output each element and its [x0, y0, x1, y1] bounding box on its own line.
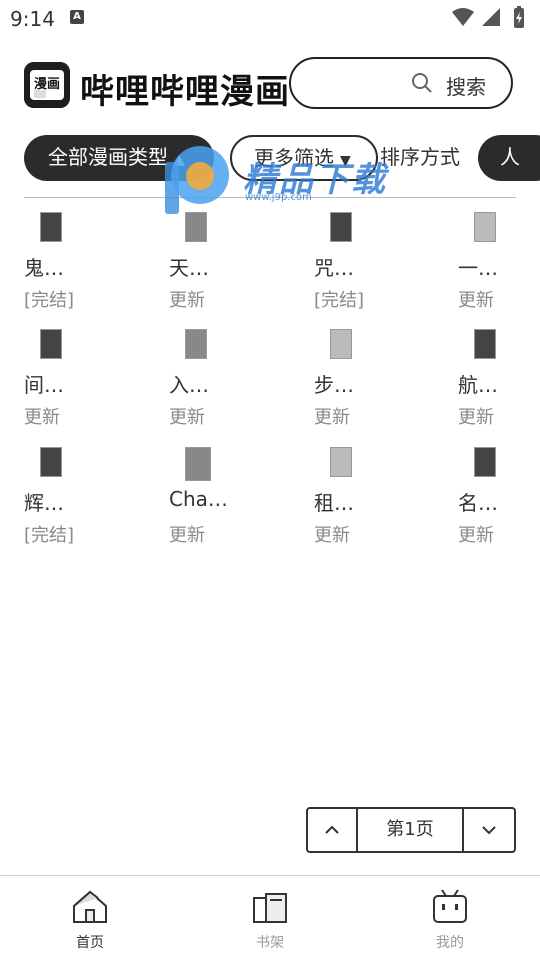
comic-cover [185, 329, 207, 359]
app-logo: 漫画 [24, 62, 70, 108]
comic-status: [完结] [24, 525, 75, 546]
logo-glyph: 漫画 [34, 76, 60, 92]
comic-item[interactable]: 天… 更新 [169, 200, 289, 311]
filter-chip-label: 更多筛选 [254, 146, 334, 170]
filter-chip-sort[interactable]: 排序方式 [380, 135, 460, 181]
comic-item[interactable]: Cha… 更新 [169, 435, 289, 546]
comic-item[interactable]: 鬼… [完结] [24, 200, 144, 311]
comic-item[interactable]: 间… 更新 [24, 317, 144, 428]
comic-status: 更新 [169, 290, 205, 311]
comic-title: 咒… [314, 256, 354, 280]
comic-cover [40, 447, 62, 477]
comic-title: 航… [458, 373, 498, 397]
comic-status: 更新 [458, 290, 494, 311]
comic-item[interactable]: 一… 更新 [458, 200, 540, 311]
comic-cover [330, 447, 352, 477]
comic-title: 鬼… [24, 256, 64, 280]
search-icon [411, 72, 433, 98]
comic-title: 天… [169, 256, 209, 280]
filter-bar: 全部漫画类型 ▲ 更多筛选 ▼ 排序方式 人 [0, 134, 540, 186]
comic-item[interactable]: 租… 更新 [314, 435, 434, 546]
status-bar: 9:14 A [0, 0, 540, 36]
page-number[interactable]: 第1页 [358, 809, 464, 851]
chevron-down-icon [482, 826, 496, 835]
comic-item[interactable]: 辉… [完结] [24, 435, 144, 546]
app-header: 漫画 哔哩哔哩漫画 搜索 [0, 40, 540, 130]
app-title: 哔哩哔哩漫画 [80, 72, 290, 112]
filter-chip-label: 人 [500, 145, 520, 169]
comic-cover [185, 212, 207, 242]
comic-status: 更新 [314, 525, 350, 546]
tab-bookshelf[interactable]: 书架 [180, 876, 360, 961]
comic-status: [完结] [314, 290, 365, 311]
comic-title: 租… [314, 491, 354, 515]
comic-status: 更新 [169, 407, 205, 428]
comic-cover [40, 212, 62, 242]
chevron-up-icon: ▲ [174, 152, 185, 168]
comic-title: Cha… [169, 487, 228, 511]
search-bar[interactable]: 搜索 [289, 57, 513, 109]
comic-title: 辉… [24, 491, 64, 515]
comic-status: 更新 [458, 525, 494, 546]
comic-status: 更新 [24, 407, 60, 428]
comic-cover [474, 329, 496, 359]
wifi-signal-battery-icon [452, 6, 524, 28]
tab-label: 书架 [256, 935, 284, 951]
comic-item[interactable]: 航… 更新 [458, 317, 540, 428]
home-icon [70, 886, 110, 930]
page-down-button[interactable] [464, 809, 514, 851]
comic-status: 更新 [314, 407, 350, 428]
comic-status: [完结] [24, 290, 75, 311]
comic-status: 更新 [169, 525, 205, 546]
comic-status: 更新 [458, 407, 494, 428]
notification-icon: A [70, 10, 84, 24]
comic-item[interactable]: 步… 更新 [314, 317, 434, 428]
comic-title: 入… [169, 373, 209, 397]
status-time: 9:14 [10, 7, 55, 31]
tab-label: 我的 [436, 935, 464, 951]
status-icons [450, 6, 530, 34]
comic-item[interactable]: 入… 更新 [169, 317, 289, 428]
tab-profile[interactable]: 我的 [360, 876, 540, 961]
comic-cover [185, 447, 211, 481]
comic-cover [330, 329, 352, 359]
comic-title: 名… [458, 491, 498, 515]
search-label: 搜索 [446, 75, 486, 99]
bottom-tab-bar: 首页 书架 我的 [0, 875, 540, 961]
comic-cover [330, 212, 352, 242]
comic-cover [40, 329, 62, 359]
comic-item[interactable]: 咒… [完结] [314, 200, 434, 311]
chevron-down-icon: ▼ [340, 153, 351, 169]
comic-item[interactable]: 名… 更新 [458, 435, 540, 546]
filter-chip-category[interactable]: 全部漫画类型 ▲ [24, 135, 214, 181]
comic-cover [474, 212, 496, 242]
profile-icon [430, 886, 470, 930]
filter-chip-more[interactable]: 更多筛选 ▼ [230, 135, 378, 181]
filter-chip-overflow[interactable]: 人 [478, 135, 540, 181]
bookshelf-icon [250, 886, 290, 930]
tab-home[interactable]: 首页 [0, 876, 180, 961]
comic-title: 步… [314, 373, 354, 397]
filter-chip-label: 全部漫画类型 [48, 145, 168, 169]
filter-divider [24, 197, 516, 198]
comic-title: 间… [24, 373, 64, 397]
pager: 第1页 [306, 807, 516, 853]
comic-cover [474, 447, 496, 477]
filter-chip-label: 排序方式 [380, 145, 460, 169]
comic-title: 一… [458, 256, 498, 280]
chevron-up-icon [325, 825, 339, 834]
tab-label: 首页 [76, 935, 104, 951]
page-up-button[interactable] [308, 809, 358, 851]
